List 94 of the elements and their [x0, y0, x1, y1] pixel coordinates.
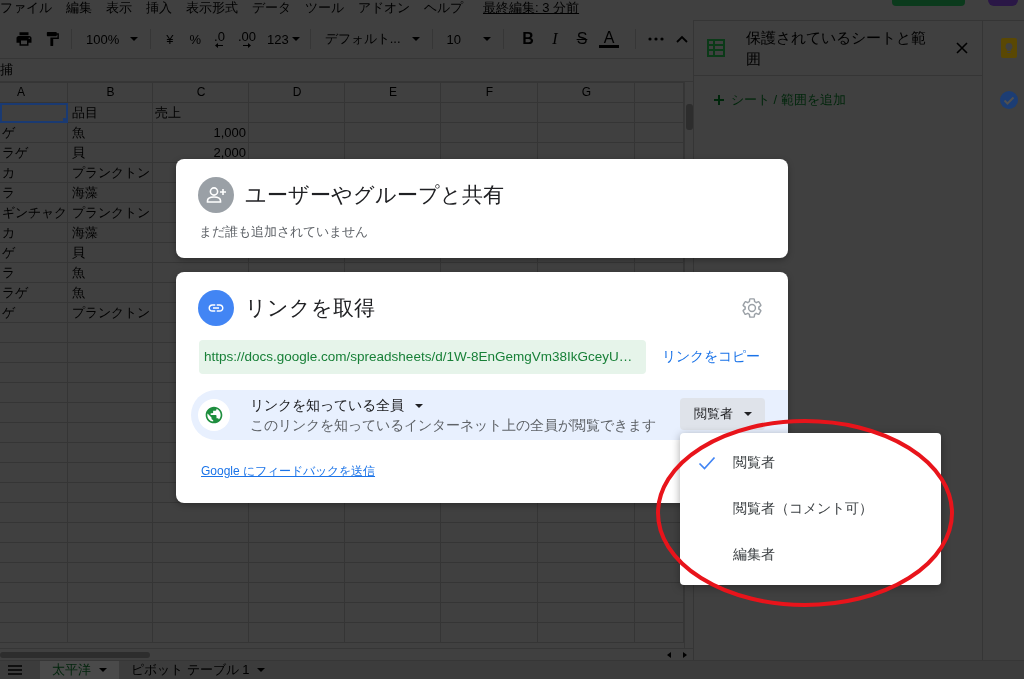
table-cell-text: プランクトン: [71, 304, 151, 322]
caret-icon: [743, 412, 752, 416]
strikethrough-button[interactable]: S: [571, 27, 593, 51]
caret-icon: [415, 403, 423, 408]
table-cell-text: 品目: [71, 104, 99, 122]
font-size-dropdown[interactable]: 10: [446, 27, 491, 51]
link-icon: [198, 290, 234, 326]
color-swatch-icon: [599, 45, 619, 48]
text-color-button[interactable]: A: [598, 27, 620, 51]
url-field[interactable]: https://docs.google.com/spreadsheets/d/1W-8EnGemgVm38IkGceyU…: [199, 340, 646, 374]
table-cell-text: 魚: [71, 264, 86, 282]
table-cell-text: ラ: [1, 264, 16, 282]
table-cell-text: 魚: [71, 124, 86, 142]
scope-dropdown[interactable]: リンクを知っている全員: [250, 397, 423, 414]
header-button[interactable]: [892, 0, 965, 6]
percent-button[interactable]: %: [189, 27, 202, 51]
table-cell-text: 海藻: [71, 184, 99, 202]
number-format-dropdown[interactable]: 123: [266, 27, 300, 51]
font-dropdown[interactable]: デフォルト...: [324, 27, 420, 51]
menu-item[interactable]: 閲覧者（コメント可）: [680, 486, 941, 532]
sheet-tab[interactable]: 太平洋: [40, 661, 119, 679]
person-add-icon: [198, 177, 234, 213]
table-cell-text: 売上: [154, 104, 182, 122]
caret-icon: [130, 37, 139, 41]
menu-item[interactable]: 表示: [106, 0, 132, 16]
last-edit-link[interactable]: 最終編集: 3 分前: [483, 0, 580, 16]
column-header[interactable]: G: [538, 82, 635, 103]
avatar-icon[interactable]: [988, 0, 1018, 6]
table-cell-text: 2,000: [212, 144, 247, 162]
arrow-right-icon[interactable]: [683, 651, 687, 658]
table-cell-text: プランクトン: [71, 164, 151, 182]
bold-button[interactable]: B: [517, 27, 539, 51]
close-icon[interactable]: [956, 42, 968, 54]
caret-icon: [411, 37, 420, 41]
table-cell-text: ギンチャク: [1, 204, 68, 222]
print-icon[interactable]: [15, 30, 33, 48]
lightbulb-icon[interactable]: [1000, 38, 1017, 58]
menu-item[interactable]: 挿入: [146, 0, 172, 16]
table-cell-text: 貝: [71, 244, 86, 262]
table-icon: [707, 39, 725, 57]
paint-roller-icon[interactable]: [44, 30, 61, 48]
column-header[interactable]: E: [345, 82, 441, 103]
arrow-left-icon[interactable]: [667, 651, 671, 658]
table-cell-text: カ: [1, 164, 16, 182]
copy-link-button[interactable]: リンクをコピー: [662, 348, 760, 366]
caret-icon: [483, 37, 491, 41]
arrow-left-icon: [215, 43, 224, 48]
dialog-title: ユーザーやグループと共有: [245, 182, 504, 208]
menu-item[interactable]: 表示形式: [186, 0, 238, 16]
caret-icon: [99, 668, 107, 672]
zoom-dropdown[interactable]: 100%: [86, 27, 139, 51]
more-icon[interactable]: [648, 37, 664, 41]
table-cell-text: ゲ: [1, 244, 16, 262]
decrease-decimal-button[interactable]: .0: [214, 27, 225, 51]
increase-decimal-button[interactable]: .00: [237, 27, 256, 51]
table-cell-text: ゲ: [1, 304, 16, 322]
formula-text: 捕: [0, 61, 13, 79]
role-dropdown[interactable]: 閲覧者: [680, 398, 765, 430]
italic-button[interactable]: I: [544, 27, 566, 51]
arrow-right-icon: [242, 43, 251, 48]
table-cell-text: ラ: [1, 184, 16, 202]
menu-item[interactable]: ファイル: [0, 0, 52, 16]
access-description: このリンクを知っているインターネット上の全員が閲覧できます: [250, 417, 656, 434]
table-cell-text: 海藻: [71, 224, 99, 242]
table-cell-text: 魚: [71, 284, 86, 302]
feedback-link[interactable]: Google にフィードバックを送信: [201, 464, 376, 479]
menu-icon[interactable]: [8, 665, 22, 675]
column-header[interactable]: B: [68, 82, 153, 103]
table-cell-text: カ: [1, 224, 16, 242]
column-header[interactable]: A: [0, 82, 68, 103]
caret-icon: [291, 37, 300, 41]
table-cell-text: ラゲ: [1, 144, 29, 162]
check-circle-icon[interactable]: [999, 91, 1018, 109]
column-header[interactable]: F: [441, 82, 538, 103]
menu-item[interactable]: 編集者: [680, 532, 941, 578]
plus-icon: [714, 95, 724, 105]
chevron-up-icon[interactable]: [676, 35, 688, 43]
panel-title: 保護されているシートと範囲: [746, 28, 927, 69]
currency-button[interactable]: ¥: [166, 27, 174, 51]
globe-icon: [198, 399, 230, 431]
caret-icon: [257, 668, 266, 672]
column-header[interactable]: C: [153, 82, 249, 103]
share-status: まだ誰も追加されていません: [198, 223, 369, 241]
settings-icon[interactable]: [742, 298, 762, 318]
fill-handle-icon[interactable]: [63, 118, 68, 123]
dialog-title: リンクを取得: [245, 295, 375, 321]
table-cell-text: 貝: [71, 144, 86, 162]
column-header[interactable]: D: [249, 82, 345, 103]
table-cell-text: ゲ: [1, 124, 16, 142]
menu-item[interactable]: ヘルプ: [424, 0, 463, 16]
table-cell-text: ラゲ: [1, 284, 29, 302]
table-cell-text: プランクトン: [71, 204, 151, 222]
menu-item[interactable]: 閲覧者: [680, 440, 941, 486]
table-cell-text: 1,000: [212, 124, 247, 142]
